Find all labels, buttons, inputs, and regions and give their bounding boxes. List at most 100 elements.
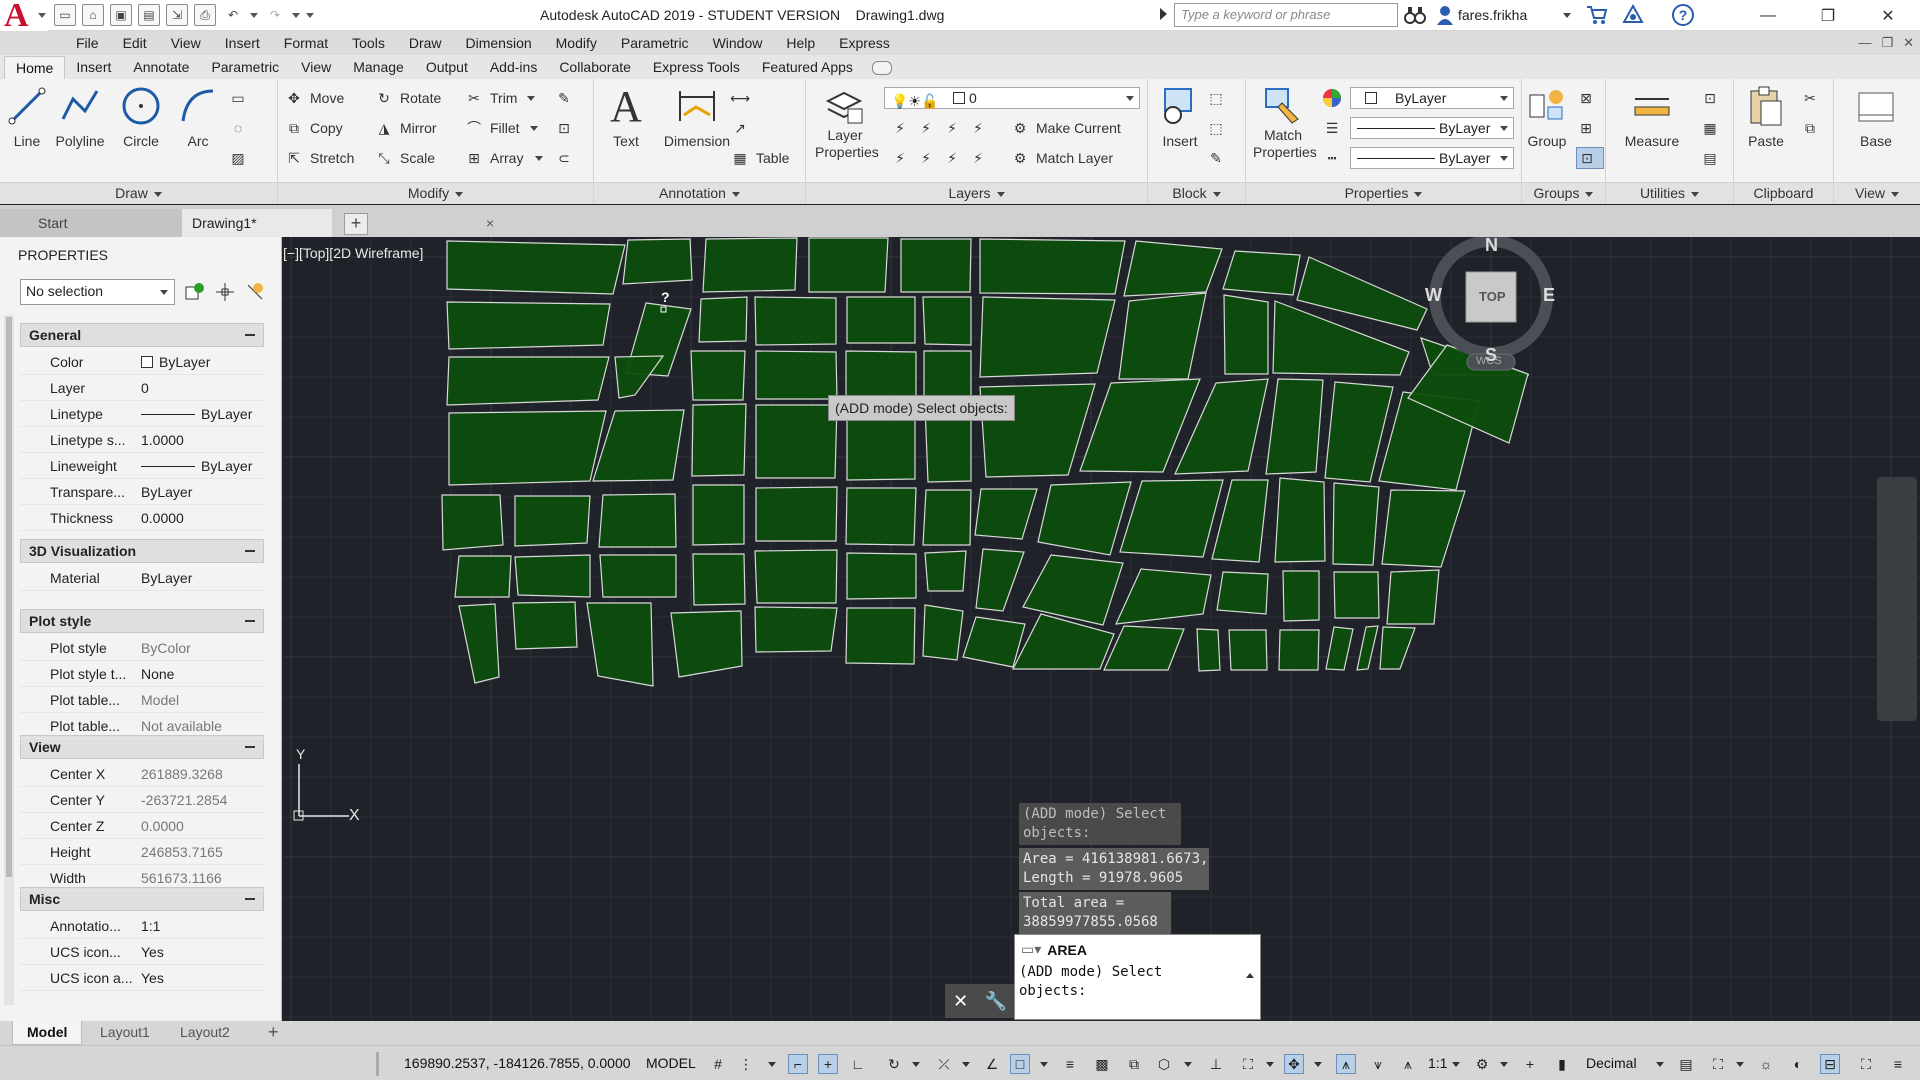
search-input[interactable]: Type a keyword or phrase xyxy=(1174,3,1398,27)
quick-select-tool[interactable]: ⊡ xyxy=(1700,87,1726,109)
polar-tracking-icon[interactable]: ↻ xyxy=(884,1054,904,1074)
selection-cycling-icon[interactable]: ⧉ xyxy=(1124,1054,1144,1074)
customize-status-icon[interactable]: ≡ xyxy=(1888,1054,1908,1074)
user-name[interactable]: fares.frikha xyxy=(1458,7,1527,23)
layer-properties-tool[interactable]: Layer Properties xyxy=(808,85,882,161)
ortho-icon[interactable]: ∟ xyxy=(848,1054,868,1074)
erase-tool[interactable]: ✎ xyxy=(554,87,580,109)
linear-dim-tool[interactable]: ⟷ xyxy=(730,87,756,109)
property-row[interactable]: Center X 261889.3268 xyxy=(20,761,264,787)
base-view-tool[interactable]: Base xyxy=(1844,85,1908,149)
object-snap-icon[interactable]: □ xyxy=(1010,1054,1030,1074)
array-tool[interactable]: ⊞ Array xyxy=(464,147,544,169)
tab-collaborate[interactable]: Collaborate xyxy=(548,56,642,79)
redo-icon[interactable]: ↷ xyxy=(264,4,286,26)
isodraft-icon[interactable]: ⤫ xyxy=(934,1054,954,1074)
property-row[interactable]: Center Z 0.0000 xyxy=(20,813,264,839)
graphics-performance-icon[interactable]: ◐ xyxy=(1788,1054,1808,1074)
arc-tool[interactable]: Arc xyxy=(166,85,230,149)
quick-select-icon[interactable] xyxy=(244,281,266,303)
property-row[interactable]: Width 561673.1166 xyxy=(20,865,264,891)
isolate-objects-icon[interactable]: ☼ xyxy=(1756,1054,1776,1074)
close-icon[interactable]: × xyxy=(486,209,494,237)
block-panel-title[interactable]: Block xyxy=(1148,182,1245,204)
units-icon[interactable]: ▮ xyxy=(1552,1054,1572,1074)
gizmo-icon[interactable]: ✥ xyxy=(1284,1054,1304,1074)
view-panel-title[interactable]: View xyxy=(1834,182,1920,204)
viewport-controls-label[interactable]: [−][Top][2D Wireframe] xyxy=(283,245,423,261)
new-tab-button[interactable]: + xyxy=(344,213,368,235)
rectangle-tool[interactable]: ▭ xyxy=(228,87,254,109)
copy-tool[interactable]: ⧉ Copy xyxy=(284,117,343,139)
ungroup-tool[interactable]: ⊠ xyxy=(1576,87,1602,109)
import-icon[interactable]: ⇲ xyxy=(166,4,188,26)
menu-edit[interactable]: Edit xyxy=(111,31,159,55)
property-row[interactable]: Transpare... ByLayer xyxy=(20,479,264,505)
chevron-down-icon[interactable] xyxy=(912,1062,920,1067)
edit-block-tool[interactable]: ⬚ xyxy=(1206,117,1232,139)
menu-file[interactable]: File xyxy=(64,31,111,55)
layer-tools-row2[interactable]: ⚡ ⚡ ⚡ ⚡ xyxy=(890,147,994,169)
explode-tool[interactable]: ⊡ xyxy=(554,117,580,139)
tab-insert[interactable]: Insert xyxy=(65,56,122,79)
tab-start[interactable]: Start xyxy=(0,209,182,237)
minimize-drawing-icon[interactable]: — xyxy=(1858,35,1871,51)
chevron-down-icon[interactable] xyxy=(1314,1062,1322,1067)
undo-icon[interactable]: ↶ xyxy=(222,4,244,26)
tab-express-tools[interactable]: Express Tools xyxy=(642,56,751,79)
grid-icon[interactable]: # xyxy=(708,1054,728,1074)
ellipse-tool[interactable]: ◌ xyxy=(228,117,254,139)
layers-panel-title[interactable]: Layers xyxy=(806,182,1147,204)
toggle-pickadd-icon[interactable] xyxy=(184,281,206,303)
properties-panel-title[interactable]: Properties xyxy=(1246,182,1521,204)
match-layer-button[interactable]: ⚙ Match Layer xyxy=(1010,147,1113,169)
tab-featured-apps[interactable]: Featured Apps xyxy=(751,56,864,79)
property-row[interactable]: Plot table... Model xyxy=(20,687,264,713)
menu-parametric[interactable]: Parametric xyxy=(609,31,701,55)
command-history-expand-icon[interactable] xyxy=(1246,973,1254,978)
clipboard-panel-title[interactable]: Clipboard xyxy=(1734,182,1833,204)
menu-format[interactable]: Format xyxy=(272,31,340,55)
create-block-tool[interactable]: ⬚ xyxy=(1206,87,1232,109)
layer-tools-row1[interactable]: ⚡ ⚡ ⚡ ⚡ xyxy=(890,117,994,139)
match-properties-tool[interactable]: Match Properties xyxy=(1248,85,1318,161)
auto-scale-icon[interactable]: ⩛ xyxy=(1368,1054,1388,1074)
hatch-tool[interactable]: ▨ xyxy=(228,147,254,169)
lock-ui-icon[interactable]: ⛶ xyxy=(1708,1054,1728,1074)
menu-modify[interactable]: Modify xyxy=(544,31,609,55)
property-row[interactable]: Thickness 0.0000 xyxy=(20,505,264,531)
tab-home[interactable]: Home xyxy=(4,56,66,79)
section-plot-style[interactable]: Plot style xyxy=(20,609,264,633)
drawing-viewport[interactable]: [−][Top][2D Wireframe] (ADD mode) Select… xyxy=(283,237,1920,1021)
a360-icon[interactable] xyxy=(1622,4,1644,26)
binoculars-icon[interactable] xyxy=(1404,5,1426,25)
tab-view[interactable]: View xyxy=(290,56,342,79)
group-edit-tool[interactable]: ⊞ xyxy=(1576,117,1602,139)
object-snap-tracking-icon[interactable]: ∠ xyxy=(982,1054,1002,1074)
trim-tool[interactable]: ✂ Trim xyxy=(464,87,536,109)
lineweight-toggle-icon[interactable]: ≡ xyxy=(1060,1054,1080,1074)
tab-output[interactable]: Output xyxy=(415,56,479,79)
open-file-icon[interactable]: ⌂ xyxy=(82,4,104,26)
select-all-tool[interactable]: ▦ xyxy=(1700,117,1726,139)
navigation-bar[interactable] xyxy=(1877,477,1917,721)
customize-qat-icon[interactable] xyxy=(306,11,314,19)
selection-filter-icon[interactable]: ⛶ xyxy=(1238,1054,1258,1074)
fillet-tool[interactable]: ⌒ Fillet xyxy=(464,117,538,139)
tab-layout1[interactable]: Layout1 xyxy=(86,1021,164,1045)
tab-drawing1[interactable]: Drawing1* × xyxy=(182,209,494,237)
restore-drawing-icon[interactable]: ❐ xyxy=(1881,35,1893,51)
annotation-panel-title[interactable]: Annotation xyxy=(594,182,805,204)
make-current-button[interactable]: ⚙ Make Current xyxy=(1010,117,1121,139)
chevron-down-icon[interactable] xyxy=(1184,1062,1192,1067)
transparency-icon[interactable]: ▩ xyxy=(1092,1054,1112,1074)
groups-panel-title[interactable]: Groups xyxy=(1522,182,1605,204)
modify-panel-title[interactable]: Modify xyxy=(278,182,593,204)
snap-icon[interactable]: ⋮ xyxy=(736,1054,756,1074)
text-tool[interactable]: A Text xyxy=(594,82,658,150)
mirror-tool[interactable]: ◮ Mirror xyxy=(374,117,437,139)
chevron-down-icon[interactable] xyxy=(1563,13,1571,18)
group-selection-toggle[interactable]: ⊡ xyxy=(1576,147,1604,169)
property-row[interactable]: Lineweight ByLayer xyxy=(20,453,264,479)
layer-dropdown[interactable]: 💡☀🔓 0 xyxy=(884,87,1140,109)
